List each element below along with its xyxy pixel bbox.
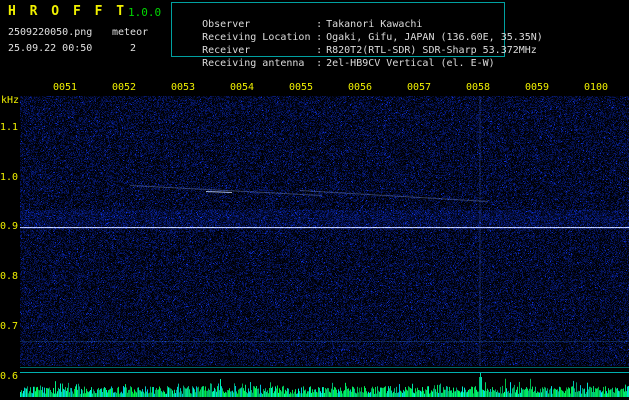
- info-value: Ogaki, Gifu, JAPAN (136.60E, 35.35N): [326, 32, 543, 43]
- info-label: Receiving Location: [202, 32, 311, 43]
- info-separator: :: [316, 45, 323, 56]
- freq-axis-label: 0.6: [0, 371, 19, 382]
- info-label: Receiver: [202, 45, 251, 56]
- mode-label: meteor: [112, 27, 149, 38]
- info-label: Receiving antenna: [202, 58, 305, 69]
- freq-axis-label: 1.0: [0, 172, 19, 183]
- time-axis-label: 0100: [583, 82, 609, 93]
- app-version-label: 1.0.0: [128, 6, 162, 19]
- freq-axis-label: 0.7: [0, 321, 19, 332]
- datetime-label: 25.09.22 00:50: [8, 43, 93, 54]
- info-value: R820T2(RTL-SDR) SDR-Sharp 53.372MHz: [326, 45, 537, 56]
- freq-axis-unit-label: kHz: [1, 95, 20, 106]
- info-separator: :: [316, 19, 323, 30]
- output-filename-label: 2509220050.png: [8, 27, 93, 38]
- time-axis-label: 0054: [229, 82, 255, 93]
- freq-axis-label: 0.9: [0, 221, 19, 232]
- time-axis-label: 0053: [170, 82, 196, 93]
- time-axis-label: 0055: [288, 82, 314, 93]
- info-label: Observer: [202, 19, 251, 30]
- time-axis-label: 0056: [347, 82, 373, 93]
- time-axis-label: 0057: [406, 82, 432, 93]
- info-separator: :: [316, 32, 323, 43]
- level-plot-canvas: [20, 366, 629, 399]
- freq-axis-label: 0.8: [0, 271, 19, 282]
- spectrogram-canvas: [20, 96, 629, 367]
- freq-axis-label: 1.1: [0, 122, 19, 133]
- time-axis-label: 0051: [52, 82, 78, 93]
- info-value: Takanori Kawachi: [326, 19, 423, 30]
- info-separator: :: [316, 58, 323, 69]
- observer-info-box: Observer: Takanori Kawachi Receiving Loca…: [171, 2, 543, 69]
- echo-count-label: 2: [130, 43, 137, 54]
- info-row-observer: Observer: Takanori Kawachi: [178, 5, 504, 30]
- time-axis-label: 0052: [111, 82, 137, 93]
- time-axis-label: 0059: [524, 82, 550, 93]
- app-title: H R O F F T: [8, 4, 128, 19]
- info-value: 2el-HB9CV Vertical (el. E-W): [326, 58, 495, 69]
- time-axis-label: 0058: [465, 82, 491, 93]
